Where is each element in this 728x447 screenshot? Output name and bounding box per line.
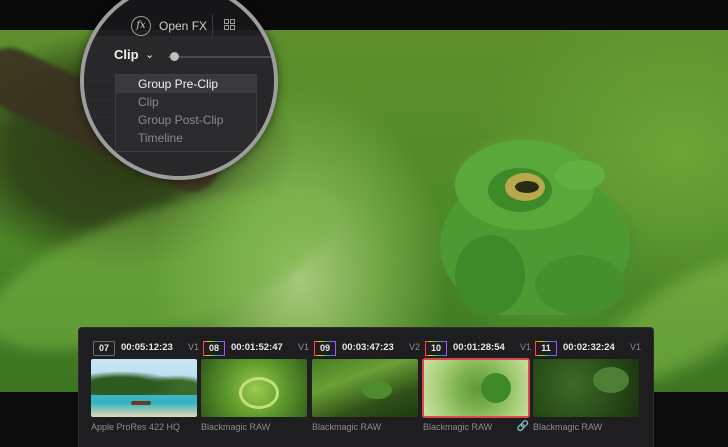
thumbnail-detail (362, 381, 392, 399)
panel-gridlines (84, 81, 114, 176)
clip-number-badge: 10 (425, 341, 447, 356)
clip-timecode: 00:02:32:24 (563, 342, 615, 353)
toolbar-divider (212, 14, 213, 36)
thumbnail-detail (239, 377, 279, 409)
menu-item-clip[interactable]: Clip (116, 93, 256, 111)
slider-track[interactable] (168, 56, 274, 58)
clip-card[interactable]: 07 00:05:12:23 V1 Apple ProRes 422 HQ (91, 328, 201, 447)
slider-handle[interactable] (170, 52, 179, 61)
clip-timecode: 00:03:47:23 (342, 342, 394, 353)
menu-item-group-post-clip[interactable]: Group Post-Clip (116, 111, 256, 129)
clip-codec: Blackmagic RAW (201, 422, 271, 432)
clip-track: V1 (187, 342, 199, 352)
grid-icon[interactable] (224, 19, 236, 31)
clip-track: V1 (629, 342, 641, 352)
clip-card[interactable]: 11 00:02:32:24 V1 Blackmagic RAW (533, 328, 643, 447)
fx-icon[interactable]: fx (131, 16, 151, 36)
clip-mode-menu: Group Pre-Clip Clip Group Post-Clip Time… (115, 74, 257, 152)
thumbnail-detail (91, 367, 197, 395)
chevron-down-icon[interactable]: ⌄ (145, 48, 154, 61)
clip-track: V1 (519, 342, 531, 352)
clip-thumbnail[interactable] (201, 359, 307, 417)
clip-codec: Blackmagic RAW (533, 422, 603, 432)
clip-strip: 07 00:05:12:23 V1 Apple ProRes 422 HQ 08… (78, 327, 654, 447)
menu-item-group-pre-clip[interactable]: Group Pre-Clip (116, 75, 256, 93)
clip-number-badge: 11 (535, 341, 557, 356)
clip-number-badge: 08 (203, 341, 225, 356)
clip-number-badge: 07 (93, 341, 115, 356)
thumbnail-detail (481, 373, 511, 403)
clip-number-badge: 09 (314, 341, 336, 356)
thumbnail-detail (131, 401, 151, 405)
clip-thumbnail[interactable] (312, 359, 418, 417)
clip-thumbnail[interactable] (422, 358, 530, 418)
clip-card[interactable]: 08 00:01:52:47 V1 Blackmagic RAW (201, 328, 311, 447)
clip-codec: Apple ProRes 422 HQ (91, 422, 181, 432)
thumbnail-detail (593, 367, 629, 393)
clip-timecode: 00:01:28:54 (453, 342, 505, 353)
open-fx-button[interactable]: Open FX (159, 19, 207, 33)
clip-card[interactable]: 09 00:03:47:23 V2 Blackmagic RAW (312, 328, 422, 447)
clip-track: V1 (297, 342, 309, 352)
clip-thumbnail[interactable] (91, 359, 197, 417)
menu-item-timeline[interactable]: Timeline (116, 129, 256, 147)
clip-thumbnail[interactable] (533, 359, 639, 417)
link-icon: 🔗 (516, 421, 529, 432)
clip-codec: Blackmagic RAW (423, 422, 493, 432)
clip-codec: Blackmagic RAW (312, 422, 382, 432)
clip-mode-dropdown[interactable]: Clip (114, 47, 139, 62)
clip-timecode: 00:01:52:47 (231, 342, 283, 353)
clip-track: V2 (408, 342, 420, 352)
frog-subject (440, 140, 630, 315)
clip-timecode: 00:05:12:23 (121, 342, 173, 353)
magnifier-callout: fx Open FX Clip ⌄ Group Pre-Clip Clip Gr… (80, 0, 278, 180)
clip-card[interactable]: 10 00:01:28:54 V1 Blackmagic RAW 🔗 (422, 328, 533, 447)
